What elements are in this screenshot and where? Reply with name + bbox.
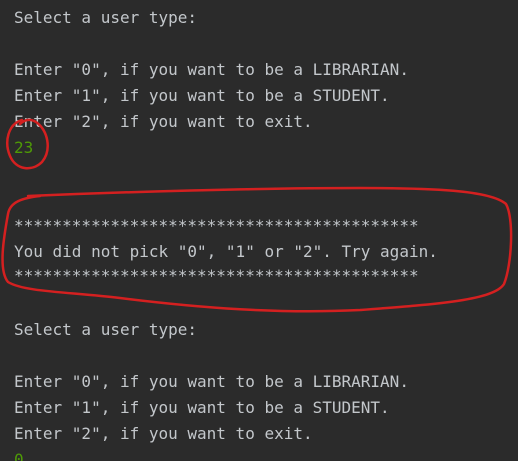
user-input-line-2: 0	[14, 450, 24, 461]
prompt-select-user-type-2: Select a user type:	[14, 320, 198, 339]
error-separator-top: ****************************************…	[14, 216, 419, 235]
option-librarian: Enter "0", if you want to be a LIBRARIAN…	[14, 60, 409, 79]
error-message: You did not pick "0", "1" or "2". Try ag…	[14, 242, 438, 261]
prompt-select-user-type: Select a user type:	[14, 8, 198, 27]
user-input-line: 23	[14, 138, 34, 157]
error-separator-bottom: ****************************************…	[14, 266, 419, 285]
option-exit: Enter "2", if you want to exit.	[14, 112, 313, 131]
option-exit-2: Enter "2", if you want to exit.	[14, 424, 313, 443]
console-output[interactable]: Select a user type: Enter "0", if you wa…	[0, 0, 518, 461]
option-student-2: Enter "1", if you want to be a STUDENT.	[14, 398, 390, 417]
option-librarian-2: Enter "0", if you want to be a LIBRARIAN…	[14, 372, 409, 391]
option-student: Enter "1", if you want to be a STUDENT.	[14, 86, 390, 105]
